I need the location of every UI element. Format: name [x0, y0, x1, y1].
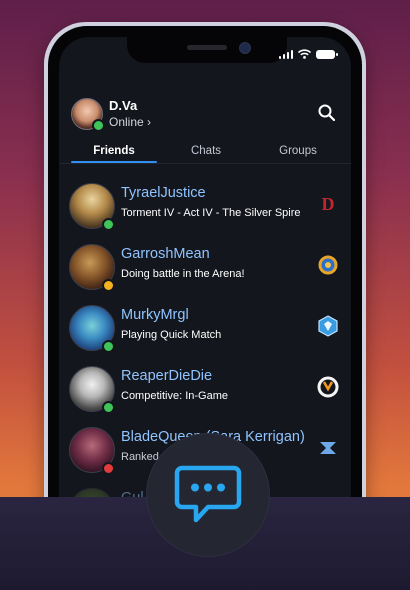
friend-activity: Doing battle in the Arena! [121, 268, 245, 280]
friend-activity: Competitive: In-Game [121, 390, 228, 402]
chat-button[interactable] [147, 434, 269, 556]
list-item[interactable]: GarroshMean Doing battle in the Arena! [59, 240, 351, 296]
front-camera [239, 42, 251, 54]
friend-activity: Torment IV - Act IV - The Silver Spire [121, 207, 301, 219]
online-status-dot [92, 119, 105, 132]
signal-icon [278, 49, 293, 59]
hearthstone-icon [315, 252, 341, 278]
away-status-dot [102, 279, 115, 292]
svg-text:D: D [322, 194, 335, 214]
tab-bar: Friends Chats Groups [59, 145, 351, 173]
starcraft-icon [315, 435, 341, 461]
friend-activity: Playing Quick Match [121, 329, 222, 341]
tab-friends[interactable]: Friends [69, 145, 159, 157]
busy-status-dot [102, 462, 115, 475]
tab-groups[interactable]: Groups [253, 145, 343, 157]
profile-header: D.Va Online › [71, 97, 339, 137]
friend-name: GarroshMean [121, 246, 210, 262]
overwatch-icon [315, 374, 341, 400]
list-item[interactable]: TyraelJustice Torment IV - Act IV - The … [59, 179, 351, 235]
list-item[interactable]: MurkyMrgl Playing Quick Match [59, 301, 351, 357]
wifi-icon [298, 49, 311, 59]
search-icon[interactable] [317, 103, 337, 123]
list-item[interactable]: ReaperDieDie Competitive: In-Game [59, 362, 351, 418]
online-status-link[interactable]: Online › [109, 115, 151, 129]
online-status-dot [102, 401, 115, 414]
active-tab-indicator [71, 161, 157, 163]
diablo-icon: D [315, 191, 341, 217]
online-status-dot [102, 218, 115, 231]
tab-divider [59, 163, 351, 164]
online-status-dot [102, 340, 115, 353]
friend-name: ReaperDieDie [121, 368, 213, 384]
battery-icon [316, 49, 338, 59]
status-bar [278, 49, 338, 59]
notch [127, 37, 287, 63]
friend-activity: Ranked [121, 451, 159, 463]
speaker [187, 45, 227, 50]
chat-bubble-icon [174, 465, 242, 523]
tab-chats[interactable]: Chats [161, 145, 251, 157]
friend-name: MurkyMrgl [121, 307, 189, 323]
username: D.Va [109, 98, 138, 113]
heroes-of-the-storm-icon [315, 313, 341, 339]
friend-name: TyraelJustice [121, 185, 206, 201]
